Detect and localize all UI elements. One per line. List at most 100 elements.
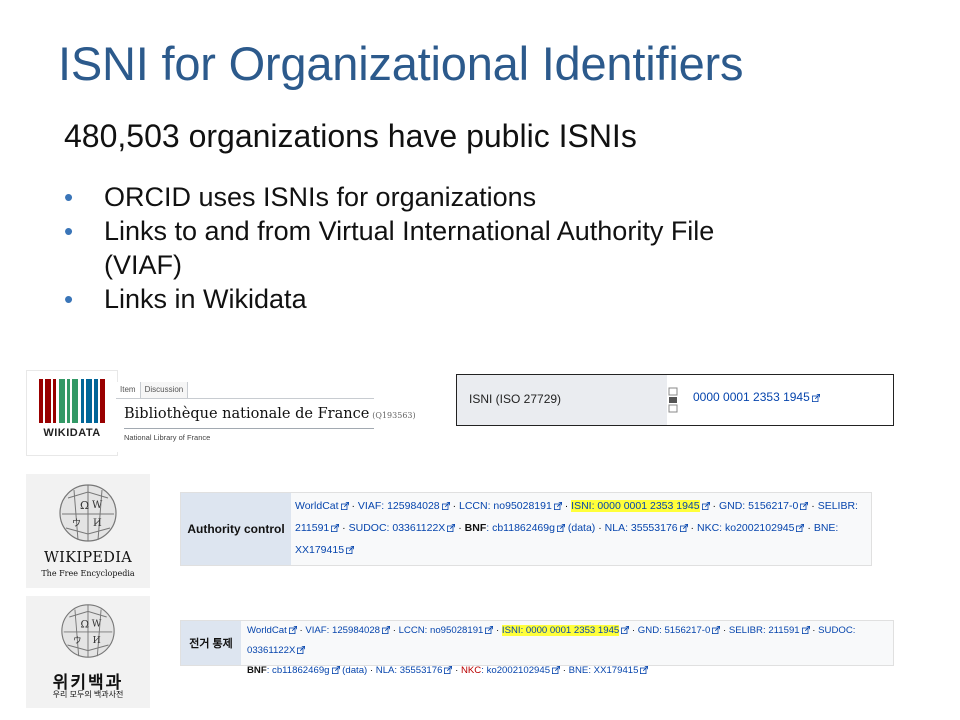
- rank-handle-icon[interactable]: [668, 387, 678, 413]
- nkc-redlink[interactable]: NKC: [461, 665, 481, 676]
- authority-control-label: Authority control: [181, 493, 291, 565]
- external-link-icon: [346, 546, 355, 554]
- external-link-icon: [288, 626, 297, 634]
- external-link-icon: [701, 502, 710, 510]
- external-link-icon: [556, 524, 565, 532]
- wikidata-tabs: Item Discussion: [116, 382, 374, 399]
- bullet-item: • ORCID uses ISNIs for organizations: [64, 180, 784, 214]
- lccn-link[interactable]: LCCN: no95028191: [399, 625, 484, 636]
- bullet-text: ORCID uses ISNIs for organizations: [104, 182, 537, 212]
- isni-property-label[interactable]: ISNI (ISO 27729): [469, 392, 561, 406]
- authority-line: WorldCat · VIAF: 125984028 · LCCN: no950…: [295, 500, 858, 512]
- slide-title: ISNI for Organizational Identifiers: [58, 37, 744, 90]
- external-link-icon: [297, 646, 306, 654]
- selibr-id-link[interactable]: 211591: [295, 522, 329, 534]
- external-link-icon: [800, 502, 809, 510]
- external-link-icon: [640, 666, 649, 674]
- gnd-link[interactable]: GND: 5156217-0: [719, 500, 798, 512]
- bnf-data-link[interactable]: (data): [342, 665, 367, 676]
- external-link-icon: [796, 524, 805, 532]
- external-link-icon: [553, 502, 562, 510]
- wikidata-item-description: National Library of France: [124, 433, 211, 442]
- bullet-dot: •: [64, 284, 74, 314]
- bne-link[interactable]: BNE: XX179415: [569, 665, 639, 676]
- selibr-link[interactable]: SELIBR:: [818, 500, 858, 512]
- authority-control-links: WorldCat · VIAF: 125984028 · LCCN: no950…: [247, 621, 892, 681]
- external-link-icon: [712, 626, 721, 634]
- authority-control-label: 전거 통제: [181, 621, 241, 665]
- bne-id-link[interactable]: XX179415: [295, 544, 344, 556]
- nla-link[interactable]: NLA: 35553176: [376, 665, 443, 676]
- external-link-icon: [444, 666, 453, 674]
- korean-wikipedia-tagline: 우리 모두의 백과사전: [52, 690, 124, 699]
- isni-value-text: 0000 0001 2353 1945: [693, 390, 810, 404]
- external-link-icon: [485, 626, 494, 634]
- wikipedia-tagline: The Free Encyclopedia: [41, 569, 135, 578]
- wikidata-logo: WIKIDATA: [26, 370, 118, 456]
- wikipedia-wordmark: WIKIPEDIA: [43, 550, 133, 566]
- bnf-link[interactable]: : cb11862469g: [486, 522, 555, 534]
- lccn-link[interactable]: LCCN: no95028191: [459, 500, 552, 512]
- bnf-link[interactable]: : cb11862469g: [267, 665, 330, 676]
- bnf-data-link[interactable]: (data): [568, 522, 595, 534]
- viaf-link[interactable]: VIAF: 125984028: [358, 500, 440, 512]
- authority-line: BNF: cb11862469g (data) · NLA: 35553176 …: [247, 661, 892, 681]
- authority-line: WorldCat · VIAF: 125984028 · LCCN: no950…: [247, 625, 856, 656]
- isni-link[interactable]: ISNI: 0000 0001 2353 1945: [501, 625, 620, 636]
- bullet-text: Links to and from Virtual International …: [104, 216, 715, 280]
- svg-text:Ω: Ω: [81, 618, 90, 630]
- authority-control-en: Authority control WorldCat · VIAF: 12598…: [180, 492, 872, 566]
- external-link-icon: [621, 626, 630, 634]
- bnf-label: BNF: [464, 522, 487, 534]
- puzzle-globe-icon: Ω W И ウ: [61, 604, 115, 658]
- bullet-dot: •: [64, 182, 74, 212]
- wikidata-item-label: Bibliothèque nationale de France (Q193563…: [124, 406, 416, 422]
- selibr-link[interactable]: SELIBR: 211591: [729, 625, 800, 636]
- item-label-text: Bibliothèque nationale de France: [124, 406, 370, 422]
- bullet-list: • ORCID uses ISNIs for organizations • Lin…: [64, 180, 784, 316]
- authority-line: 211591 · SUDOC: 03361122X · BNF: cb11862…: [295, 522, 839, 534]
- worldcat-link[interactable]: WorldCat: [295, 500, 339, 512]
- external-link-icon: [801, 626, 810, 634]
- bne-link[interactable]: BNE:: [814, 522, 839, 534]
- bullet-item: • Links to and from Virtual International…: [64, 214, 784, 282]
- isni-statement: ISNI (ISO 27729) 0000 0001 2353 1945: [456, 374, 894, 426]
- nkc-link[interactable]: NKC: ko2002102945: [697, 522, 795, 534]
- authority-line: XX179415: [295, 539, 870, 561]
- external-link-icon: [331, 524, 340, 532]
- puzzle-globe-icon: Ω W И ウ: [59, 484, 117, 542]
- bnf-label: BNF: [247, 665, 267, 676]
- svg-text:И: И: [93, 518, 102, 529]
- bullet-dot: •: [64, 216, 74, 246]
- bullet-text: Links in Wikidata: [104, 284, 307, 314]
- external-link-icon: [441, 502, 450, 510]
- isni-link[interactable]: ISNI: 0000 0001 2353 1945: [571, 500, 700, 512]
- viaf-link[interactable]: VIAF: 125984028: [305, 625, 380, 636]
- nkc-link[interactable]: : ko2002102945: [481, 665, 550, 676]
- wikidata-wordmark: WIKIDATA: [43, 427, 101, 439]
- svg-text:Ω: Ω: [80, 499, 89, 512]
- svg-text:ウ: ウ: [72, 518, 81, 529]
- external-link-icon: [679, 524, 688, 532]
- sudoc-link[interactable]: SUDOC: 03361122X: [349, 522, 446, 534]
- external-link-icon: [447, 524, 456, 532]
- item-qid: (Q193563): [372, 411, 416, 420]
- slide-subtitle: 480,503 organizations have public ISNIs: [64, 118, 637, 154]
- korean-wikipedia-logo: Ω W И ウ 위키백과 우리 모두의 백과사전: [26, 596, 150, 708]
- wikidata-item-page: Item Discussion Bibliothèque nationale de…: [116, 382, 416, 452]
- svg-text:W: W: [92, 500, 103, 511]
- gnd-link[interactable]: GND: 5156217-0: [638, 625, 711, 636]
- tab-discussion[interactable]: Discussion: [139, 382, 189, 398]
- authority-control-ko: 전거 통제 WorldCat · VIAF: 125984028 · LCCN:…: [180, 620, 894, 676]
- external-link-icon: [340, 502, 349, 510]
- wikidata-barcode-icon: [39, 379, 105, 423]
- isni-value-link[interactable]: 0000 0001 2353 1945: [693, 390, 820, 404]
- wikipedia-logo: Ω W И ウ WIKIPEDIA The Free Encyclopedia: [26, 474, 150, 588]
- bullet-item: • Links in Wikidata: [64, 282, 784, 316]
- isni-property: ISNI (ISO 27729): [457, 375, 667, 425]
- nla-link[interactable]: NLA: 35553176: [605, 522, 678, 534]
- external-link-icon: [331, 666, 340, 674]
- worldcat-link[interactable]: WorldCat: [247, 625, 287, 636]
- tab-item[interactable]: Item: [116, 382, 140, 398]
- svg-text:ウ: ウ: [73, 635, 81, 645]
